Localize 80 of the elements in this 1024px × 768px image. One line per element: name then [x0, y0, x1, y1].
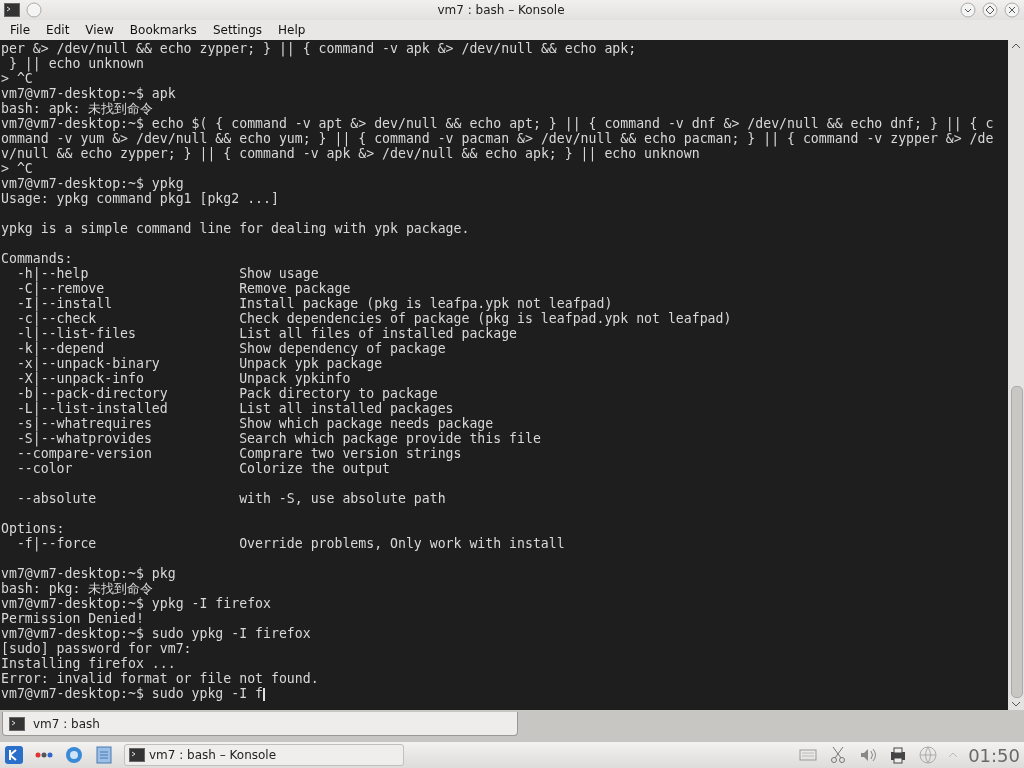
terminal-line: > ^C [1, 161, 33, 176]
command-description: List all installed packages [239, 401, 455, 416]
expand-icon[interactable] [948, 751, 959, 759]
terminal-line: bash: pkg: 未找到命令 [1, 581, 154, 596]
command-option: -I|--install [1, 296, 240, 311]
terminal-line: ommand -v yum &> /dev/null && echo yum; } || { command -v pacman &> /dev/null && echo pacman; } || { command -v zypper &> /de [1, 131, 994, 146]
menu-item[interactable]: View [77, 23, 122, 37]
terminal-line: Installing firefox ... [1, 656, 176, 671]
terminal-line: per &> /dev/null && echo zypper; } || { command -v apk &> /dev/null && echo apk; [1, 41, 637, 56]
terminal-icon [4, 3, 20, 17]
terminal-line: Usage: ypkg command pkg1 [pkg2 ...] [1, 191, 279, 206]
terminal-line: vm7@vm7-desktop:~$ echo $( { command -v apt &> dev/null && echo apt; } || { command -v dnf &> /dev/null && echo dnf; } || { c [1, 116, 994, 131]
menu-item[interactable]: Bookmarks [121, 23, 205, 37]
command-option: -s|--whatrequires [1, 416, 240, 431]
command-description: Show which package needs package [239, 416, 495, 431]
command-option: -k|--depend [1, 341, 240, 356]
command-option: --color [1, 461, 240, 476]
menu-item[interactable]: File [2, 23, 39, 37]
scroll-down-icon[interactable] [1011, 700, 1021, 708]
command-option: -X|--unpack-info [1, 371, 240, 386]
kde-logo-icon[interactable] [4, 745, 24, 765]
command-option: --compare-version [1, 446, 240, 461]
terminal-line: Error: invalid format or file not found. [1, 671, 319, 686]
terminal-line: Permission Denied! [1, 611, 144, 626]
scrollbar-thumb[interactable] [1011, 386, 1023, 698]
command-description: Unpack ypkinfo [239, 371, 352, 386]
command-option: -L|--list-installed [1, 401, 240, 416]
scrollbar[interactable] [1008, 40, 1024, 710]
terminal-line: } || echo unknown [7, 56, 144, 71]
terminal-line: bash: apk: 未找到命令 [1, 101, 154, 116]
terminal-line: vm7@vm7-desktop:~$ apk [1, 86, 176, 101]
terminal-line: vm7@vm7-desktop:~$ sudo ypkg -I firefox [1, 626, 311, 641]
command-option: -S|--whatprovides [1, 431, 240, 446]
menu-item[interactable]: Help [270, 23, 314, 37]
command-option: -b|--pack-directory [1, 386, 240, 401]
terminal-line: vm7@vm7-desktop:~$ ypkg -I firefox [1, 596, 271, 611]
command-option: -x|--unpack-binary [1, 356, 240, 371]
scroll-up-icon[interactable] [1011, 42, 1021, 50]
maximize-icon[interactable] [982, 2, 998, 18]
menu-item[interactable]: Settings [204, 23, 271, 37]
command-option: -l|--list-files [1, 326, 240, 341]
window-title: vm7 : bash – Konsole [436, 3, 566, 17]
terminal-icon [129, 748, 145, 762]
terminal-line: > ^C [1, 71, 33, 86]
command-description: Unpack ypk package [239, 356, 384, 371]
minimize-icon[interactable] [960, 2, 976, 18]
command-description: Search which package provide this file [239, 431, 542, 446]
command-description: Pack directory to package [239, 386, 439, 401]
terminal-line: ypkg is a simple command line for dealing with ypk package. [1, 221, 470, 236]
command-description: Override problems, Only work with install [239, 536, 566, 551]
command-description: Comprare two version strings [239, 446, 463, 461]
command-description: List all files of installed package [239, 326, 519, 341]
task-button[interactable]: vm7 : bash – Konsole [124, 744, 404, 766]
terminal-line: [sudo] password for vm7: [1, 641, 192, 656]
command-description: Install package (pkg is leafpa.ypk not leafpad) [239, 296, 614, 311]
command-description: with -S, use absolute path [239, 491, 447, 506]
browser-icon[interactable] [64, 745, 84, 765]
file-manager-icon[interactable] [94, 745, 114, 765]
command-option: -h|--help [1, 266, 240, 281]
command-description: Show usage [239, 266, 320, 281]
command-description: Show dependency of package [239, 341, 447, 356]
session-tab[interactable]: vm7 : bash [2, 712, 518, 736]
command-description: Remove package [239, 281, 352, 296]
terminal-line: vm7@vm7-desktop:~$ sudo ypkg -I f [1, 686, 263, 701]
command-option: -c|--check [1, 311, 240, 326]
network-icon[interactable] [918, 745, 939, 765]
command-description: Colorize the output [239, 461, 392, 476]
command-option: --absolute [1, 491, 240, 506]
close-icon[interactable] [1004, 2, 1020, 18]
clock: 01:50 [968, 744, 1020, 766]
terminal-icon [9, 716, 25, 731]
command-option: -f|--force [1, 536, 240, 551]
terminal-line: vm7@vm7-desktop:~$ pkg [1, 566, 176, 581]
menu-item[interactable]: Edit [38, 23, 78, 37]
terminal-line: vm7@vm7-desktop:~$ ypkg [1, 176, 184, 191]
terminal-line: Commands: [1, 251, 73, 266]
command-description: Check dependencies of package (pkg is leafpad.ypk not leafpad) [239, 311, 733, 326]
terminal-line: Options: [1, 521, 65, 536]
command-option: -C|--remove [1, 281, 240, 296]
terminal-line: v/null && echo zypper; } || { command -v apk &> /dev/null && echo apk; } || echo unknown [1, 146, 700, 161]
